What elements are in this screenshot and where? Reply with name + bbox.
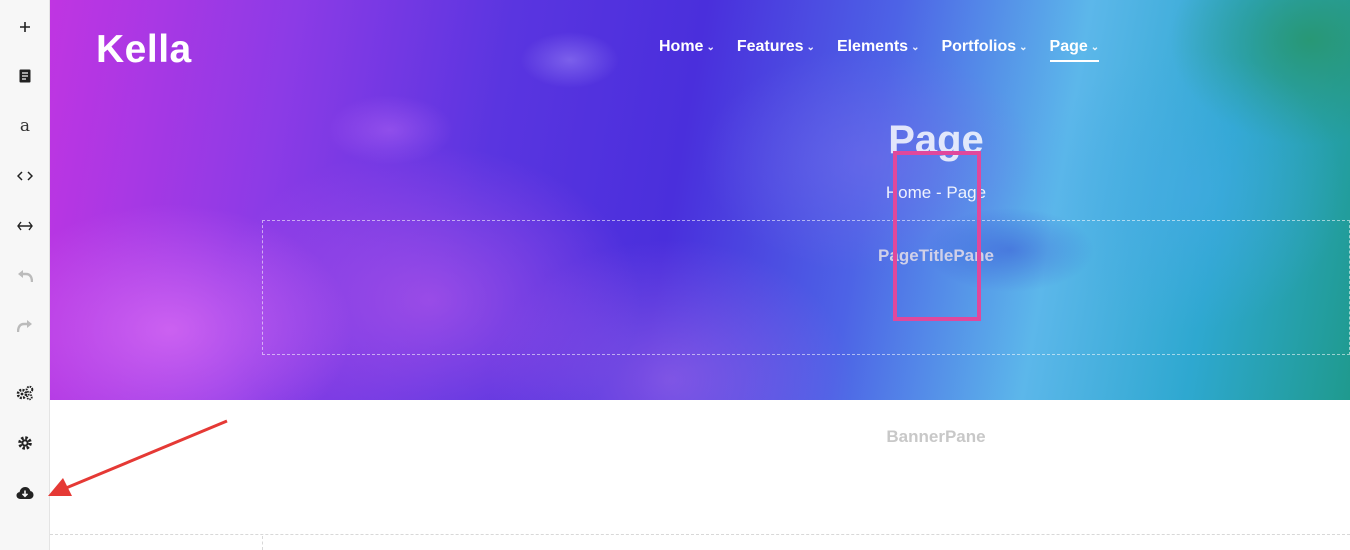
highlight-annotation-box (893, 151, 981, 321)
main-navigation: Home ⌄ Features ⌄ Elements ⌄ Portfolios … (659, 38, 1121, 62)
pages-button[interactable] (0, 61, 50, 91)
nav-item-label: Page (1049, 38, 1088, 55)
nav-item-label: Portfolios (941, 38, 1017, 55)
nav-item-page[interactable]: Page ⌄ (1049, 38, 1100, 62)
text-tool-button[interactable]: a (0, 111, 50, 141)
page-title-hero: Kella Home ⌄ Features ⌄ Elements ⌄ Portf… (50, 0, 1350, 400)
chevron-down-icon: ⌄ (1019, 41, 1028, 53)
banner-pane[interactable]: BannerPane (50, 400, 1350, 535)
advanced-settings-button[interactable] (0, 378, 50, 408)
add-module-button[interactable] (0, 12, 50, 42)
gears-icon (16, 385, 34, 401)
nav-item-label: Features (736, 38, 804, 55)
content-pane-divider (262, 536, 263, 550)
editor-toolbar: a (0, 0, 50, 550)
page-title-pane-label: PageTitlePane (878, 246, 994, 265)
settings-gear-icon (18, 436, 32, 450)
document-icon (19, 69, 31, 83)
page-title-pane[interactable] (262, 220, 1350, 355)
chevron-down-icon: ⌄ (1090, 41, 1100, 53)
breadcrumb: Home - Page (885, 183, 987, 202)
cloud-download-icon (16, 487, 34, 499)
undo-icon (18, 270, 33, 283)
redo-button[interactable] (0, 311, 50, 341)
save-download-button[interactable] (0, 478, 50, 508)
code-button[interactable] (0, 161, 50, 191)
expand-width-button[interactable] (0, 211, 50, 241)
settings-button[interactable] (0, 428, 50, 458)
page-title: Page (888, 118, 984, 162)
plus-icon (20, 22, 30, 32)
redo-icon (17, 320, 32, 333)
undo-button[interactable] (0, 261, 50, 291)
nav-item-elements[interactable]: Elements ⌄ (837, 38, 920, 58)
banner-pane-label: BannerPane (886, 427, 986, 446)
site-logo[interactable]: Kella (96, 28, 192, 72)
chevron-down-icon: ⌄ (706, 41, 715, 53)
text-a-icon: a (19, 115, 31, 136)
nav-item-portfolios[interactable]: Portfolios ⌄ (941, 38, 1027, 58)
nav-item-features[interactable]: Features ⌄ (737, 38, 815, 58)
nav-item-label: Home (659, 38, 704, 55)
chevron-down-icon: ⌄ (806, 41, 815, 53)
code-icon (17, 171, 33, 181)
nav-item-home[interactable]: Home ⌄ (659, 38, 715, 58)
nav-item-label: Elements (836, 38, 909, 55)
chevron-down-icon: ⌄ (911, 41, 920, 53)
expand-horizontal-icon (17, 221, 33, 231)
